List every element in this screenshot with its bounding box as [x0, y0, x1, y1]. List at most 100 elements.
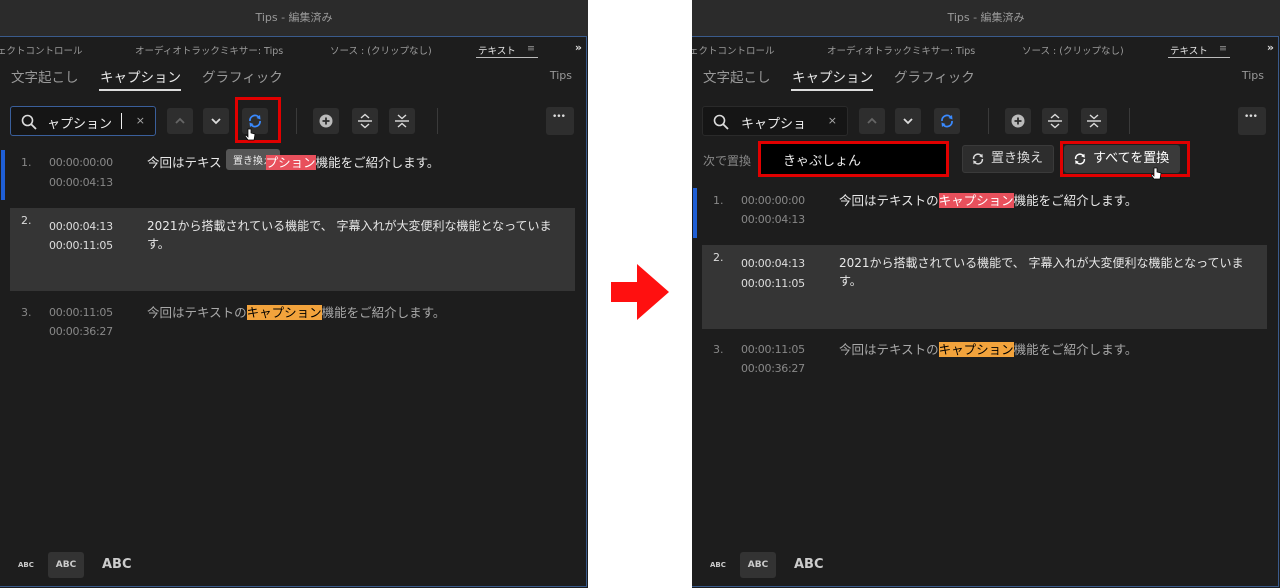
current-caption-indicator — [693, 188, 697, 238]
chevron-down-icon — [211, 118, 221, 125]
replace-icon — [941, 114, 953, 128]
split-caption-button[interactable] — [1042, 108, 1068, 134]
current-match-highlight: プション — [265, 155, 316, 170]
chevron-up-icon — [175, 117, 185, 124]
caption-number: 2. — [21, 214, 32, 227]
replace-input[interactable]: きゃぷしょん — [759, 144, 947, 174]
tab-source[interactable]: ソース : (クリップなし) — [1022, 43, 1124, 57]
tab-text[interactable]: テキスト — [478, 43, 516, 57]
current-match-highlight: キャプション — [938, 193, 1014, 208]
split-caption-button[interactable] — [352, 108, 378, 134]
tab-transcript[interactable]: 文字起こし — [11, 66, 79, 86]
caption-text[interactable]: 2021から搭載されている機能で、 字幕入れが大変便利な機能となっています。 — [839, 254, 1261, 290]
tab-graphics[interactable]: グラフィック — [202, 66, 283, 86]
previous-match-button[interactable] — [859, 108, 885, 134]
caption-row-selected[interactable]: 2. 00:00:04:13 00:00:11:05 2021から搭載されている… — [702, 245, 1267, 329]
caption-text[interactable]: 今回はテキストのキャプション機能をご紹介します。 — [147, 304, 569, 322]
next-match-button[interactable] — [203, 108, 229, 134]
more-panels-icon[interactable]: » — [1267, 41, 1274, 54]
replace-value: きゃぷしょん — [783, 154, 862, 169]
replace-button[interactable]: 置き換え — [962, 145, 1055, 173]
active-tab-underline — [1168, 57, 1230, 58]
more-options-button[interactable]: ••• — [1238, 107, 1266, 135]
tab-captions[interactable]: キャプション — [792, 66, 873, 86]
search-icon — [713, 114, 729, 130]
previous-match-button[interactable] — [167, 108, 193, 134]
sequence-name: Tips — [549, 69, 572, 82]
sequence-name: Tips — [1241, 69, 1264, 82]
tab-audio-track-mixer[interactable]: オーディオトラックミキサー: Tips — [827, 43, 975, 57]
mouse-pointer-icon — [1151, 167, 1162, 180]
caption-end: 00:00:04:13 — [741, 213, 805, 226]
text-size-large-button[interactable]: ABC — [102, 552, 132, 578]
clear-search-icon[interactable]: × — [136, 114, 145, 127]
caption-end: 00:00:36:27 — [741, 362, 805, 375]
text-size-large-button[interactable]: ABC — [794, 552, 824, 578]
caption-text-part: 今回はテキストの — [839, 342, 939, 357]
replace-icon — [1074, 153, 1086, 165]
caption-end: 00:00:11:05 — [741, 277, 805, 290]
text-size-small-button[interactable]: ABC — [710, 552, 726, 578]
merge-icon — [1087, 114, 1101, 128]
tab-effect-controls[interactable]: ェクトコントロール — [692, 43, 775, 57]
caption-start: 00:00:11:05 — [49, 306, 113, 319]
caption-row[interactable]: 3. 00:00:11:05 00:00:36:27 今回はテキストのキャプショ… — [702, 337, 1267, 387]
tab-text[interactable]: テキスト — [1170, 43, 1208, 57]
caption-text[interactable]: 今回はテキストのキャプション機能をご紹介します。 — [839, 192, 1261, 210]
replace-all-button[interactable]: すべてを置換 — [1064, 145, 1181, 173]
text-size-medium-button[interactable]: ABC — [48, 552, 84, 578]
panel-menu-icon[interactable]: ≡ — [527, 43, 535, 54]
search-icon — [21, 114, 37, 130]
merge-captions-button[interactable] — [389, 108, 415, 134]
caption-text-part: 機能をご紹介します。 — [321, 305, 446, 320]
caption-text-part: 今回はテキス — [147, 155, 222, 170]
more-panels-icon[interactable]: » — [575, 41, 582, 54]
add-caption-button[interactable] — [1005, 108, 1031, 134]
caption-text[interactable]: 2021から搭載されている機能で、 字幕入れが大変便利な機能となっています。 — [147, 217, 569, 253]
sub-tab-bar: 文字起こし キャプション グラフィック Tips — [0, 60, 588, 94]
tab-captions[interactable]: キャプション — [100, 66, 181, 86]
caption-row[interactable]: 3. 00:00:11:05 00:00:36:27 今回はテキストのキャプショ… — [10, 300, 575, 350]
panel-menu-icon[interactable]: ≡ — [1219, 43, 1227, 54]
next-match-button[interactable] — [895, 108, 921, 134]
search-input[interactable]: キャプショ × — [702, 106, 848, 136]
caption-number: 2. — [713, 251, 724, 264]
caption-start: 00:00:04:13 — [741, 257, 805, 270]
right-panel: Tips - 編集済み ェクトコントロール オーディオトラックミキサー: Tip… — [692, 0, 1280, 588]
panel-tab-bar: ェクトコントロール オーディオトラックミキサー: Tips ソース : (クリッ… — [0, 36, 588, 60]
search-input[interactable]: ャプション × — [10, 106, 156, 136]
text-size-small-button[interactable]: ABC — [18, 552, 34, 578]
text-caret — [121, 113, 122, 129]
current-caption-indicator — [1, 150, 5, 200]
caption-row[interactable]: 1. 00:00:00:00 00:00:04:13 今回はテキス プション機能を… — [1, 150, 575, 200]
caption-start: 00:00:00:00 — [741, 194, 805, 207]
replace-icon — [972, 153, 984, 165]
caption-text[interactable]: 今回はテキストのキャプション機能をご紹介します。 — [839, 341, 1261, 359]
match-highlight: キャプション — [246, 305, 322, 320]
caption-row-selected[interactable]: 2. 00:00:04:13 00:00:11:05 2021から搭載されている… — [10, 208, 575, 291]
replace-with-label: 次で置換 — [703, 154, 752, 168]
toolbar-divider — [1129, 108, 1130, 134]
add-caption-button[interactable] — [313, 108, 339, 134]
merge-captions-button[interactable] — [1081, 108, 1107, 134]
tab-source[interactable]: ソース : (クリップなし) — [330, 43, 432, 57]
caption-toolbar: ャプション × ••• — [0, 100, 588, 140]
caption-end: 00:00:11:05 — [49, 239, 113, 252]
caption-row[interactable]: 1. 00:00:00:00 00:00:04:13 今回はテキストのキャプショ… — [693, 188, 1267, 238]
text-size-medium-button[interactable]: ABC — [740, 552, 776, 578]
tab-audio-track-mixer[interactable]: オーディオトラックミキサー: Tips — [135, 43, 283, 57]
caption-number: 1. — [713, 194, 724, 207]
window-title: Tips - 編集済み — [692, 0, 1280, 36]
active-subtab-underline — [99, 89, 181, 91]
chevron-up-icon — [867, 117, 877, 124]
caption-text[interactable]: 今回はテキス プション機能をご紹介します。 — [147, 154, 569, 172]
tab-effect-controls[interactable]: ェクトコントロール — [0, 43, 83, 57]
search-value: キャプショ — [741, 117, 807, 132]
clear-search-icon[interactable]: × — [828, 114, 837, 127]
replace-toggle-button[interactable] — [934, 108, 960, 134]
replace-icon — [249, 114, 261, 128]
tab-transcript[interactable]: 文字起こし — [703, 66, 771, 86]
tab-graphics[interactable]: グラフィック — [894, 66, 975, 86]
caption-start: 00:00:11:05 — [741, 343, 805, 356]
more-options-button[interactable]: ••• — [546, 107, 574, 135]
